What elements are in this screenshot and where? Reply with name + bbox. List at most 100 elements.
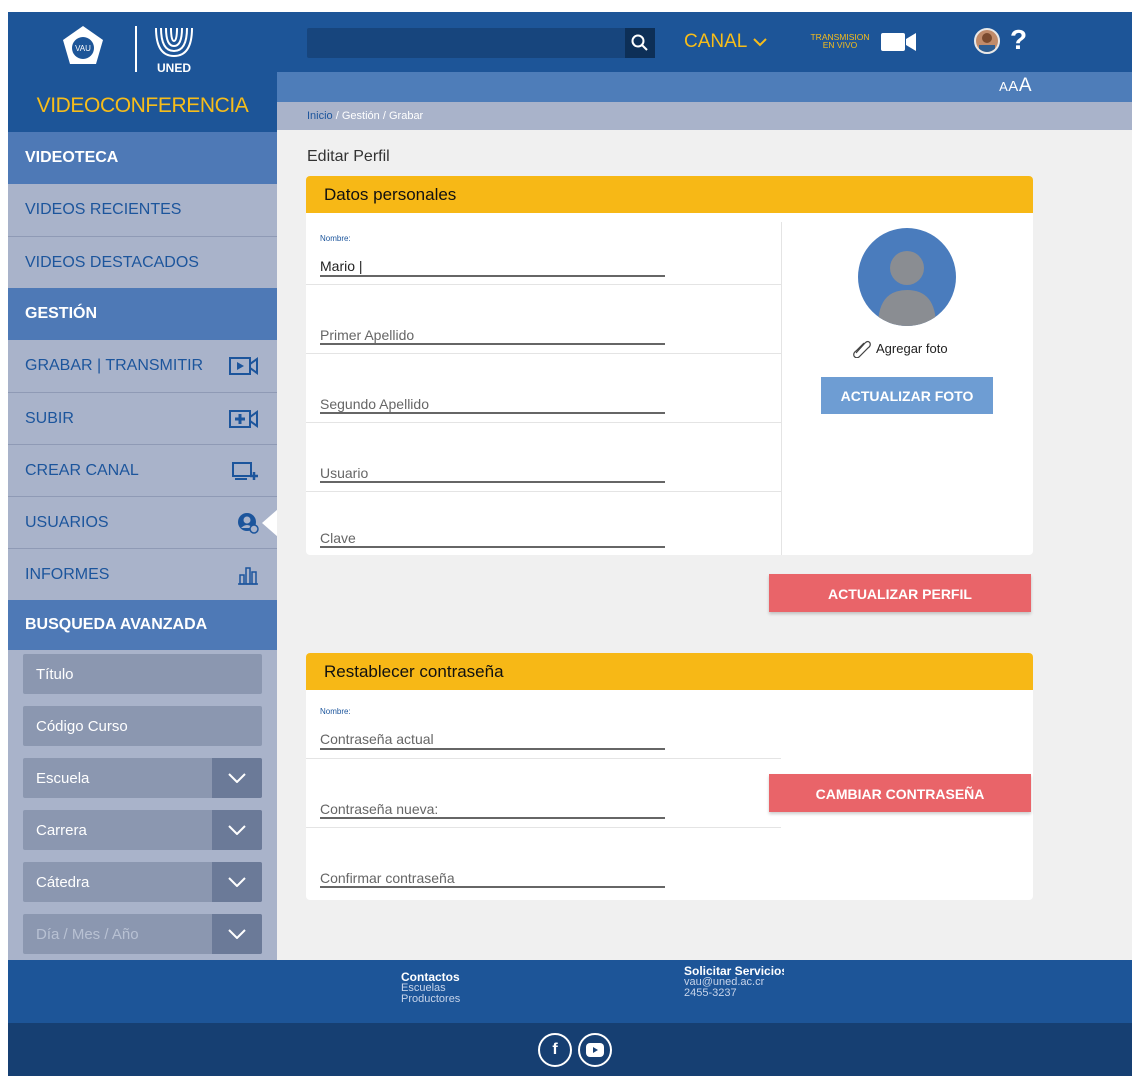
confirm-password-field[interactable]: Confirmar contraseña — [306, 828, 781, 900]
search-button[interactable] — [625, 28, 655, 58]
nav-videos-recientes[interactable]: VIDEOS RECIENTES — [8, 184, 277, 236]
filter-label: Cátedra — [36, 873, 90, 891]
footer-social: f — [8, 1023, 1132, 1076]
footer-productores[interactable]: Productores — [401, 994, 460, 1005]
update-photo-button[interactable]: ACTUALIZAR FOTO — [821, 377, 993, 414]
breadcrumb-sep: / — [335, 110, 339, 122]
filter-label: Título — [36, 665, 74, 683]
nav-subir[interactable]: SUBIR — [8, 392, 277, 444]
user-avatar[interactable] — [974, 28, 1000, 54]
paperclip-icon — [853, 340, 871, 358]
font-size-small[interactable]: A — [999, 79, 1008, 94]
field-underline — [320, 481, 665, 483]
current-password-placeholder: Contraseña actual — [320, 731, 434, 747]
filter-carrera-select[interactable]: Carrera — [23, 810, 262, 850]
nav-busqueda-avanzada[interactable]: BUSQUEDA AVANZADA — [8, 600, 277, 650]
youtube-icon[interactable] — [578, 1033, 612, 1067]
footer-services: Solicitar Servicios vau@uned.ac.cr 2455-… — [684, 966, 784, 999]
nav-label: CREAR CANAL — [25, 461, 139, 479]
chevron-down-icon[interactable] — [212, 862, 262, 902]
nav-gestion[interactable]: GESTIÓN — [8, 288, 277, 340]
nav-label: INFORMES — [25, 565, 110, 583]
uned-logo-icon: UNED — [155, 27, 193, 75]
add-photo-link[interactable]: Agregar foto — [851, 338, 948, 358]
chevron-down-icon[interactable] — [212, 758, 262, 798]
top-bar: CANAL TRANSMISION EN VIVO ? — [277, 12, 1132, 72]
nav-label: VIDEOS DESTACADOS — [25, 253, 199, 271]
segundo-apellido-field[interactable]: Segundo Apellido — [306, 354, 781, 423]
active-indicator — [262, 509, 278, 537]
card-heading: Datos personales — [306, 176, 1033, 213]
field-underline — [320, 546, 665, 548]
nav-crear-canal[interactable]: CREAR CANAL — [8, 444, 277, 496]
footer-contacts: Contactos Escuelas Productores — [401, 971, 460, 1005]
nav-videos-destacados[interactable]: VIDEOS DESTACADOS — [8, 236, 277, 288]
canal-dropdown[interactable]: CANAL — [684, 31, 768, 53]
field-underline — [320, 886, 665, 888]
chevron-down-icon[interactable] — [212, 914, 262, 954]
clave-placeholder: Clave — [320, 530, 356, 546]
reports-icon — [229, 564, 259, 586]
filter-fecha-select[interactable]: Día / Mes / Año — [23, 914, 262, 954]
video-camera-icon[interactable] — [881, 31, 917, 53]
update-profile-button[interactable]: ACTUALIZAR PERFIL — [769, 574, 1031, 612]
brand-header: VAU UNED VIDEOCONFERENCIA — [8, 12, 277, 132]
breadcrumb-gestion[interactable]: Gestión — [342, 110, 380, 122]
clave-field[interactable]: Clave — [306, 492, 781, 555]
usuario-field[interactable]: Usuario — [306, 423, 781, 492]
filter-label: Código Curso — [36, 717, 128, 735]
nombre-value: Mario | — [320, 258, 363, 274]
personal-data-card: Datos personales Nombre: Mario | Primer … — [306, 176, 1033, 555]
segundo-apellido-placeholder: Segundo Apellido — [320, 396, 429, 412]
upload-video-icon — [229, 408, 259, 430]
main-content: Editar Perfil Datos personales Nombre: M… — [277, 130, 1132, 960]
nav-videoteca[interactable]: VIDEOTECA — [8, 132, 277, 184]
users-icon — [229, 512, 259, 534]
field-underline — [320, 275, 665, 277]
facebook-icon[interactable]: f — [538, 1033, 572, 1067]
font-size-big[interactable]: A — [1019, 75, 1032, 96]
filter-escuela-select[interactable]: Escuela — [23, 758, 262, 798]
vau-logo-text: VAU — [75, 44, 91, 53]
font-size-mid[interactable]: A — [1008, 78, 1019, 95]
usuario-placeholder: Usuario — [320, 465, 369, 481]
primer-apellido-field[interactable]: Primer Apellido — [306, 285, 781, 354]
advanced-search: Título Código Curso Escuela Carrera Cáte… — [8, 650, 277, 954]
field-underline — [320, 412, 665, 414]
breadcrumb-inicio[interactable]: Inicio — [307, 110, 333, 122]
filter-catedra-select[interactable]: Cátedra — [23, 862, 262, 902]
chevron-down-icon[interactable] — [212, 810, 262, 850]
field-underline — [320, 343, 665, 345]
nav-usuarios[interactable]: USUARIOS — [8, 496, 278, 548]
new-password-placeholder: Contraseña nueva: — [320, 801, 439, 817]
help-icon[interactable]: ? — [1010, 24, 1027, 56]
breadcrumb-bar: Inicio / Gestión / Grabar — [277, 102, 1132, 130]
nav-grabar-transmitir[interactable]: GRABAR | TRANSMITIR — [8, 340, 277, 392]
nombre-label: Nombre: — [320, 707, 351, 716]
filter-codigo-input[interactable]: Código Curso — [23, 706, 262, 746]
change-password-button[interactable]: CAMBIAR CONTRASEÑA — [769, 774, 1031, 812]
new-password-field[interactable]: Contraseña nueva: — [306, 759, 781, 828]
brand-title: VIDEOCONFERENCIA — [36, 94, 249, 117]
add-photo-label: Agregar foto — [876, 340, 948, 356]
font-size-control[interactable]: AAA — [999, 75, 1032, 97]
live-stream-link[interactable]: TRANSMISION EN VIVO — [805, 33, 875, 50]
nav-informes[interactable]: INFORMES — [8, 548, 277, 600]
breadcrumb-sep: / — [382, 110, 386, 122]
nombre-field[interactable]: Nombre: Mario | — [306, 222, 781, 285]
breadcrumb: Inicio / Gestión / Grabar — [307, 110, 423, 122]
nav-label: USUARIOS — [25, 513, 109, 531]
chevron-down-icon — [753, 37, 768, 46]
filter-titulo-input[interactable]: Título — [23, 654, 262, 694]
breadcrumb-grabar: Grabar — [388, 110, 424, 122]
sidebar: VAU UNED VIDEOCONFERENCIA VIDEOTECA VIDE… — [8, 12, 278, 960]
page-title: Editar Perfil — [307, 148, 390, 165]
create-channel-icon — [229, 460, 259, 482]
nombre-label: Nombre: — [320, 234, 351, 243]
sub-bar: AAA — [277, 72, 1132, 102]
search-input[interactable] — [307, 28, 654, 58]
current-password-field[interactable]: Nombre: Contraseña actual — [306, 690, 781, 759]
footer: Contactos Escuelas Productores Solicitar… — [8, 960, 1132, 1023]
filter-label: Escuela — [36, 769, 90, 787]
profile-photo-placeholder — [858, 228, 956, 326]
